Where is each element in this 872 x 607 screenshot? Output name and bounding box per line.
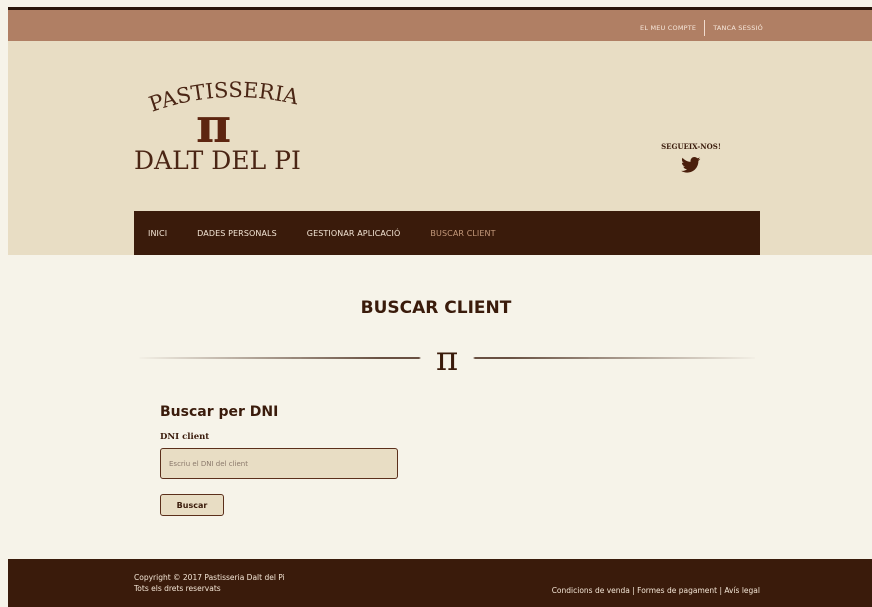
- dni-field-label: DNI client: [160, 432, 210, 442]
- divider-pi-symbol: π: [436, 340, 458, 376]
- social-block: SEGUEIX-NOS!: [651, 142, 731, 177]
- logout-link[interactable]: TANCA SESSIÓ: [713, 24, 763, 32]
- search-form: Buscar per DNI DNI client Buscar: [160, 404, 398, 516]
- nav-item-personal-data[interactable]: DADES PERSONALS: [197, 229, 277, 238]
- logo-line-1: PASTISSERIA: [144, 76, 324, 122]
- site-footer: Copyright © 2017 Pastisseria Dalt del Pi…: [8, 559, 872, 607]
- site-logo[interactable]: PASTISSERIA π DALT DEL PI: [134, 76, 324, 186]
- divider-line-right: [473, 357, 760, 359]
- logo-line-2: DALT DEL PI: [134, 146, 301, 175]
- logo-arc-text: PASTISSERIA: [146, 78, 302, 117]
- main-nav: INICI DADES PERSONALS GESTIONAR APLICACI…: [134, 211, 760, 255]
- nav-item-manage-app[interactable]: GESTIONAR APLICACIÓ: [307, 229, 401, 238]
- copyright: Copyright © 2017 Pastisseria Dalt del Pi…: [134, 572, 285, 594]
- twitter-icon[interactable]: [681, 157, 701, 177]
- my-account-link[interactable]: EL MEU COMPTE: [640, 24, 696, 32]
- account-links: EL MEU COMPTE TANCA SESSIÓ: [640, 20, 763, 36]
- nav-item-search-client[interactable]: BUSCAR CLIENT: [430, 229, 495, 238]
- copyright-line-1: Copyright © 2017 Pastisseria Dalt del Pi: [134, 573, 285, 582]
- divider-line-left: [135, 357, 421, 359]
- nav-item-home[interactable]: INICI: [148, 229, 167, 238]
- page-title: BUSCAR CLIENT: [360, 298, 512, 318]
- link-separator: [704, 20, 706, 36]
- social-label: SEGUEIX-NOS!: [661, 142, 721, 151]
- footer-legal-links[interactable]: Condicions de venda | Formes de pagament…: [552, 586, 760, 595]
- top-bar: EL MEU COMPTE TANCA SESSIÓ: [8, 10, 872, 41]
- copyright-line-2: Tots els drets reservats: [134, 584, 221, 593]
- pi-divider: π: [135, 340, 760, 376]
- dni-input[interactable]: [160, 448, 398, 479]
- form-heading: Buscar per DNI: [160, 404, 279, 420]
- search-button[interactable]: Buscar: [160, 494, 224, 516]
